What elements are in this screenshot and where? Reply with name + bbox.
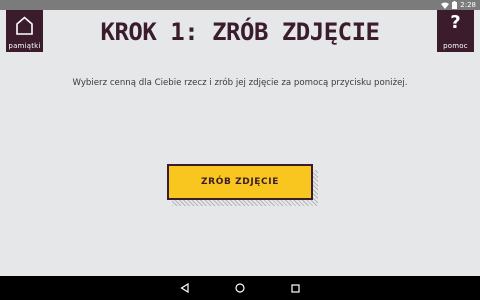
recents-icon[interactable] [291, 283, 300, 293]
take-photo-button-wrapper: ZRÓB ZDJĘCIE [167, 164, 318, 206]
help-button-label: pomoc [443, 42, 468, 50]
home-circle-icon[interactable] [235, 283, 245, 293]
page-title: KROK 1: ZRÓB ZDJĘCIE [100, 18, 380, 46]
back-icon[interactable] [180, 283, 189, 293]
take-photo-button[interactable]: ZRÓB ZDJĘCIE [167, 164, 313, 200]
status-time: 2:28 [460, 1, 476, 9]
instruction-text: Wybierz cenną dla Ciebie rzecz i zrób je… [72, 78, 408, 88]
battery-icon [452, 1, 458, 9]
wifi-icon [441, 2, 450, 9]
status-icons: 2:28 [441, 0, 476, 10]
app-screen: pamiątki KROK 1: ZRÓB ZDJĘCIE ? pomoc Wy… [0, 10, 480, 276]
question-mark-icon: ? [450, 12, 461, 33]
help-button[interactable]: ? pomoc [437, 10, 474, 56]
navigation-bar [0, 276, 480, 300]
status-bar: 2:28 [0, 0, 480, 10]
